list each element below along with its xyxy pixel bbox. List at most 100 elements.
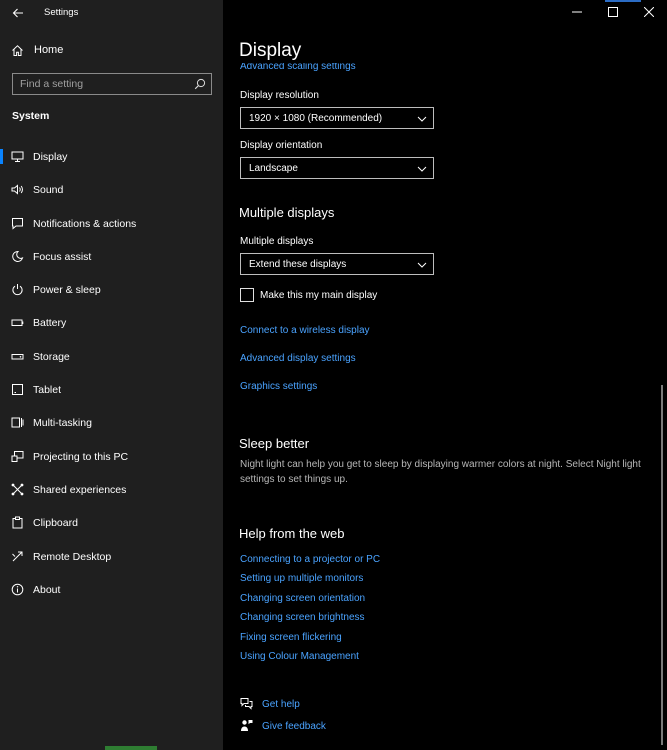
speaker-icon	[11, 184, 23, 195]
search-input[interactable]	[13, 74, 189, 94]
multiple-displays-value: Extend these displays	[249, 259, 347, 270]
sidebar-item-label: Projecting to this PC	[33, 450, 129, 463]
minimize-icon	[572, 11, 582, 13]
multiple-displays-dropdown[interactable]: Extend these displays	[240, 253, 434, 275]
help-link[interactable]: Using Colour Management	[240, 651, 359, 662]
feedback-icon	[241, 720, 253, 731]
minimize-button[interactable]	[559, 0, 595, 24]
orientation-dropdown[interactable]: Landscape	[240, 157, 434, 179]
main-content: Display Advanced scaling settings Displa…	[223, 0, 667, 750]
chat-help-icon	[240, 698, 253, 710]
maximize-icon	[608, 7, 618, 17]
battery-icon	[11, 319, 24, 327]
sidebar-item-label: Multi-tasking	[33, 417, 92, 430]
sidebar-item-notifications[interactable]: Notifications & actions	[0, 207, 223, 240]
chevron-down-icon	[417, 166, 427, 172]
window-title: Settings	[44, 7, 79, 18]
help-link[interactable]: Changing screen brightness	[240, 612, 365, 623]
sidebar-item-label: Remote Desktop	[33, 550, 112, 563]
help-link[interactable]: Connecting to a projector or PC	[240, 554, 380, 565]
sidebar-item-battery[interactable]: Battery	[0, 306, 223, 339]
maximize-button[interactable]	[595, 0, 631, 24]
close-icon	[644, 7, 654, 17]
orientation-label: Display orientation	[240, 140, 323, 151]
titlebar: Settings	[0, 0, 223, 26]
get-help-link[interactable]: Get help	[240, 697, 440, 713]
section-title: System	[12, 110, 50, 122]
moon-icon	[12, 250, 24, 262]
sidebar-item-sound[interactable]: Sound	[0, 173, 223, 206]
multiple-displays-heading: Multiple displays	[239, 205, 335, 220]
tablet-icon	[12, 384, 23, 396]
notification-icon	[12, 217, 23, 230]
sidebar-item-label: About	[33, 583, 61, 596]
sidebar-item-tablet[interactable]: Tablet	[0, 373, 223, 406]
sidebar-item-label: Clipboard	[33, 517, 78, 530]
sidebar-item-label: Sound	[33, 184, 64, 197]
home-icon	[12, 45, 23, 56]
help-link[interactable]: Changing screen orientation	[240, 593, 365, 604]
wireless-display-link[interactable]: Connect to a wireless display	[240, 325, 370, 336]
scrollbar[interactable]	[661, 385, 663, 745]
main-display-checkbox-row[interactable]: Make this my main display	[240, 288, 500, 304]
help-web-heading: Help from the web	[239, 526, 345, 541]
close-button[interactable]	[631, 0, 667, 24]
resolution-label: Display resolution	[240, 90, 319, 101]
sidebar-item-label: Notifications & actions	[33, 217, 137, 230]
sidebar-item-label: Power & sleep	[33, 284, 101, 297]
give-feedback-link[interactable]: Give feedback	[240, 719, 440, 735]
sidebar-item-focus-assist[interactable]: Focus assist	[0, 240, 223, 273]
advanced-scaling-label: Advanced scaling settings	[240, 63, 356, 72]
help-link[interactable]: Setting up multiple monitors	[240, 573, 363, 584]
home-label: Home	[34, 44, 64, 56]
window-controls	[559, 0, 667, 24]
sidebar-item-power-sleep[interactable]: Power & sleep	[0, 273, 223, 306]
monitor-icon	[11, 151, 24, 162]
sidebar-item-label: Storage	[33, 350, 70, 363]
sidebar-item-about[interactable]: About	[0, 573, 223, 606]
sidebar-item-label: Display	[33, 151, 68, 163]
advanced-display-settings-link[interactable]: Advanced display settings	[240, 353, 356, 364]
sleep-better-heading: Sleep better	[239, 436, 310, 451]
back-arrow-icon	[12, 8, 23, 18]
projecting-icon	[11, 450, 24, 462]
storage-icon	[11, 353, 24, 360]
sidebar-item-label: Battery	[33, 317, 67, 330]
active-indicator	[0, 149, 3, 164]
multitasking-icon	[11, 417, 24, 428]
clipboard-icon	[12, 516, 23, 529]
bottom-accent-line	[105, 746, 157, 750]
multiple-displays-label: Multiple displays	[240, 236, 314, 247]
remote-desktop-icon	[12, 551, 23, 561]
sidebar-item-label: Focus assist	[33, 250, 92, 263]
page-title: Display	[239, 40, 302, 61]
advanced-scaling-link[interactable]: Advanced scaling settings	[240, 63, 356, 73]
sidebar: Settings Home System Display Sound Notif…	[0, 0, 223, 750]
main-display-checkbox[interactable]	[240, 288, 254, 302]
get-help-label: Get help	[262, 699, 300, 710]
resolution-dropdown[interactable]: 1920 × 1080 (Recommended)	[240, 107, 434, 129]
sidebar-item-projecting[interactable]: Projecting to this PC	[0, 440, 223, 473]
orientation-value: Landscape	[249, 163, 298, 174]
sleep-better-text: Night light can help you get to sleep by…	[240, 459, 641, 485]
sidebar-item-storage[interactable]: Storage	[0, 340, 223, 373]
help-link[interactable]: Fixing screen flickering	[240, 632, 342, 643]
search-box[interactable]	[12, 73, 212, 95]
sidebar-item-display[interactable]: Display	[0, 140, 223, 173]
chevron-down-icon	[417, 262, 427, 268]
sidebar-item-label: Shared experiences	[33, 483, 127, 496]
shared-experiences-icon	[11, 483, 24, 496]
power-icon	[12, 284, 23, 296]
back-button[interactable]	[8, 3, 28, 23]
sidebar-nav: Display Sound Notifications & actions Fo…	[0, 140, 223, 606]
search-icon[interactable]	[194, 78, 206, 90]
sidebar-item-clipboard[interactable]: Clipboard	[0, 506, 223, 539]
sidebar-item-multitasking[interactable]: Multi-tasking	[0, 406, 223, 439]
info-icon	[11, 583, 24, 596]
give-feedback-label: Give feedback	[262, 721, 326, 732]
sidebar-item-label: Tablet	[33, 384, 62, 397]
sidebar-item-shared-experiences[interactable]: Shared experiences	[0, 473, 223, 506]
graphics-settings-link[interactable]: Graphics settings	[240, 381, 317, 392]
sidebar-item-remote-desktop[interactable]: Remote Desktop	[0, 540, 223, 573]
home-link[interactable]: Home	[0, 40, 223, 62]
